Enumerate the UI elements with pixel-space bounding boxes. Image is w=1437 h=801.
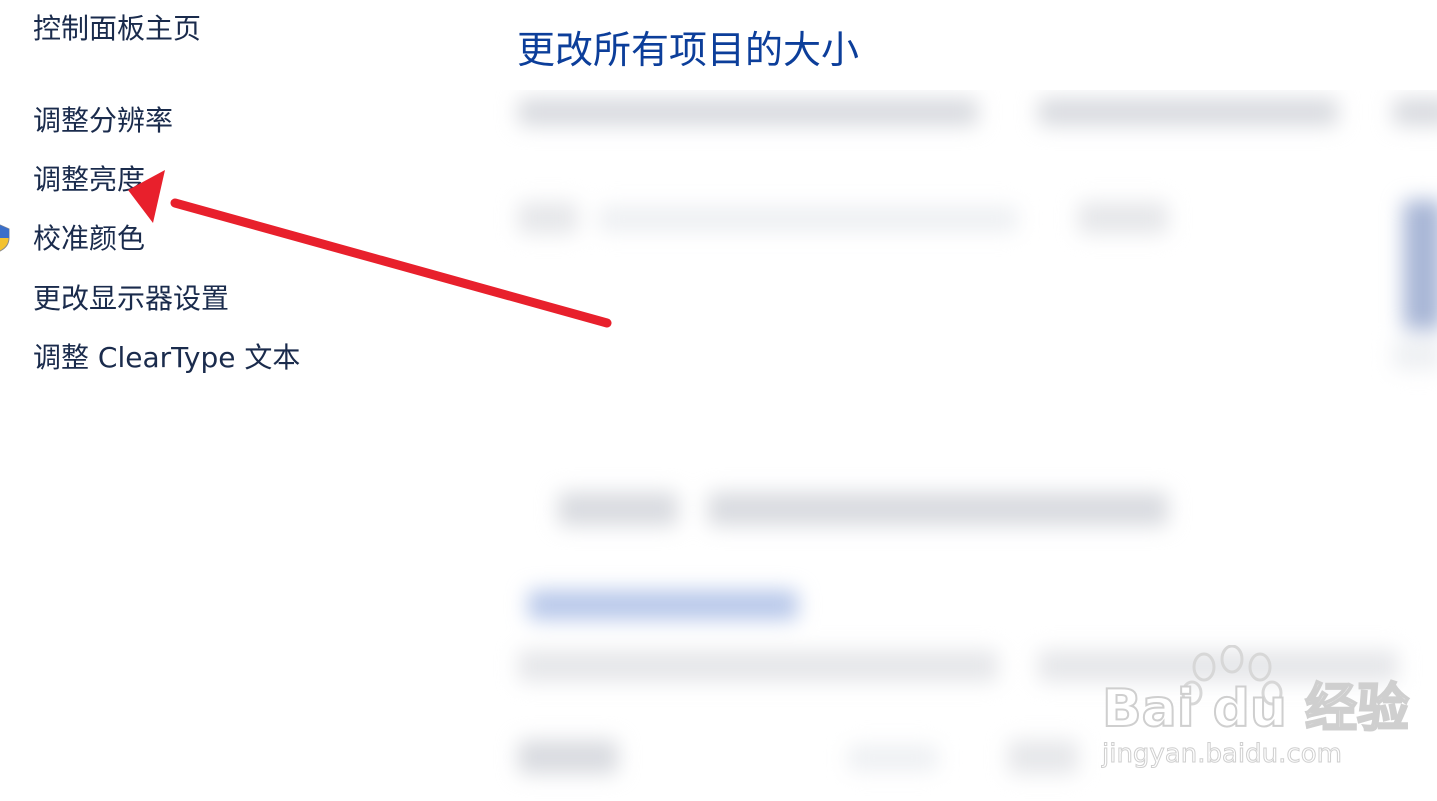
sidebar-item-adjust-brightness[interactable]: 调整亮度 xyxy=(33,162,145,198)
sidebar-item-adjust-resolution[interactable]: 调整分辨率 xyxy=(33,103,173,139)
watermark-brand: Bai du 经验 xyxy=(1101,678,1410,740)
watermark-url: jingyan.baidu.com xyxy=(1102,739,1343,770)
sidebar-item-calibrate-color[interactable]: 校准颜色 xyxy=(33,221,145,257)
sidebar-item-control-panel-home[interactable]: 控制面板主页 xyxy=(33,11,201,47)
display-control-panel: 控制面板主页 调整分辨率 调整亮度 校准颜色 更改显示器设置 调整 ClearT… xyxy=(0,0,1437,801)
uac-shield-icon xyxy=(0,224,10,252)
watermark: Bai du 经验 jingyan.baidu.com xyxy=(1100,644,1410,775)
sidebar: 控制面板主页 调整分辨率 调整亮度 校准颜色 更改显示器设置 调整 ClearT… xyxy=(0,0,470,801)
page-title: 更改所有项目的大小 xyxy=(517,28,860,72)
sidebar-item-change-display-settings[interactable]: 更改显示器设置 xyxy=(33,281,229,317)
sidebar-item-adjust-cleartype[interactable]: 调整 ClearType 文本 xyxy=(33,340,300,376)
